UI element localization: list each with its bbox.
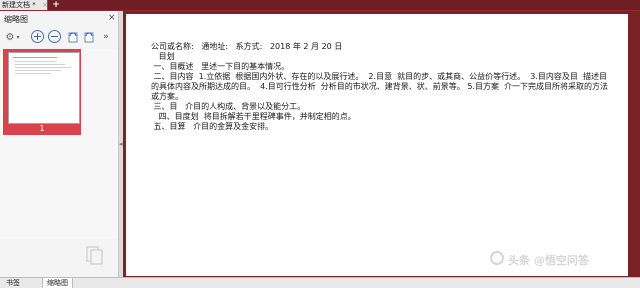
new-tab-button[interactable]: + [52, 1, 60, 10]
close-icon[interactable]: × [42, 0, 48, 10]
doc-line: 目划 [151, 52, 175, 61]
page-thumbnail-image [8, 52, 80, 124]
thumbnail-panel: 缩略图 × ⚙ ▾ + − » 1 [0, 11, 119, 277]
page-thumbnail[interactable]: 1 [3, 49, 81, 135]
tab-bookmarks[interactable]: 书签 [2, 278, 24, 288]
document-page[interactable]: 公司或名称: 通地址: 系方式: 2018 年 2 月 20 日 目划 一、目概… [126, 14, 628, 276]
zoom-in-icon[interactable]: + [31, 30, 44, 43]
rotate-left-icon[interactable] [66, 30, 80, 44]
zoom-out-icon[interactable]: − [48, 30, 61, 43]
rotate-right-icon[interactable] [82, 30, 96, 44]
vertical-scrollbar[interactable] [628, 11, 640, 277]
page-number-label: 1 [39, 124, 45, 133]
document-viewport: 公司或名称: 通地址: 系方式: 2018 年 2 月 20 日 目划 一、目概… [123, 11, 640, 277]
doc-line: 一、目概述 里述一下目的基本情况。 [151, 62, 290, 71]
document-tab[interactable]: 新建文档 * × [0, 0, 48, 10]
more-icon[interactable]: » [99, 30, 113, 44]
chevron-down-icon[interactable]: ▾ [15, 30, 21, 44]
tab-bar: 新建文档 * × + [0, 0, 640, 10]
doc-line: 四、目度划 将目拆解若干里程碑事件，并制定相的点。 [151, 112, 356, 121]
panel-close-icon[interactable]: × [108, 13, 116, 23]
document-body: 公司或名称: 通地址: 系方式: 2018 年 2 月 20 日 目划 一、目概… [151, 42, 611, 132]
panel-title: 缩略图 [4, 15, 28, 24]
doc-line: 二、目内容 1.立依据 根据国内外状、存在的以及展行述。 2.目意 就目的步、或… [151, 72, 609, 101]
doc-line: 五、目算 介目的金算及金安排。 [151, 122, 274, 131]
tab-thumbnails[interactable]: 缩略图 [42, 278, 73, 288]
bottom-tab-bar: 书签 缩略图 [0, 277, 640, 288]
thumbnail-toolbar: ⚙ ▾ + − » [0, 29, 118, 47]
doc-line: 三、目 介目的人构成、背景以及能分工。 [151, 102, 306, 111]
watermark-text: 头条 @悟空问答 [508, 254, 589, 267]
doc-line: 公司或名称: 通地址: 系方式: 2018 年 2 月 20 日 [151, 42, 343, 51]
watermark-logo-icon [490, 251, 504, 265]
document-tab-title: 新建文档 * [2, 1, 36, 9]
collapse-arrow-icon[interactable]: ◂ [119, 140, 123, 148]
thumbnail-list: 1 [0, 49, 118, 239]
pages-icon [86, 243, 104, 265]
